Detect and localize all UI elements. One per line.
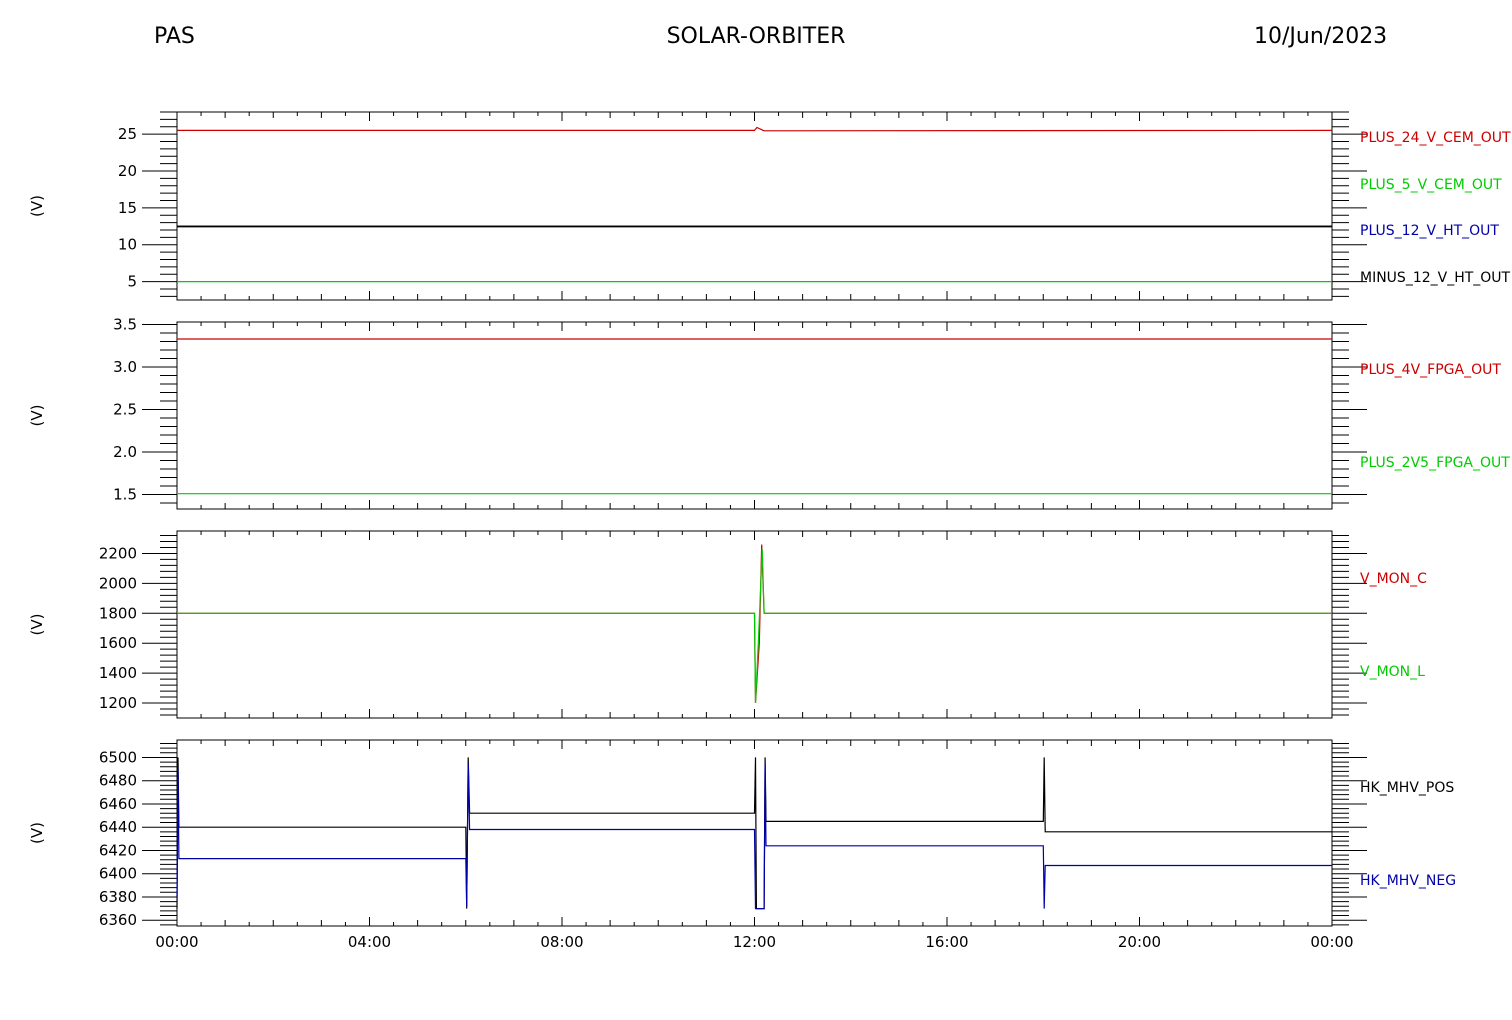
y-tick-label: 6460 bbox=[99, 795, 137, 813]
y-tick-label: 1200 bbox=[99, 694, 137, 712]
panel-frame bbox=[176, 111, 1333, 301]
y-tick-label: 10 bbox=[118, 236, 137, 254]
panel-3: 1200 1400 1600 1800 2000 2200 (V) V_MON_C V_MON_… bbox=[28, 530, 1427, 719]
x-tick-label: 00:00 bbox=[155, 933, 198, 951]
legend-label: V_MON_L bbox=[1360, 664, 1425, 680]
legend-label: PLUS_4V_FPGA_OUT bbox=[1360, 362, 1501, 378]
legend-label: PLUS_2V5_FPGA_OUT bbox=[1360, 455, 1510, 471]
legend-label: V_MON_C bbox=[1360, 571, 1427, 587]
y-tick-label: 1400 bbox=[99, 664, 137, 682]
y-tick-label: 6440 bbox=[99, 818, 137, 836]
x-tick-label: 08:00 bbox=[540, 933, 583, 951]
y-tick-label: 6380 bbox=[99, 888, 137, 906]
y-tick-label: 2.0 bbox=[113, 443, 137, 461]
x-tick-label: 16:00 bbox=[925, 933, 968, 951]
y-tick-label: 2200 bbox=[99, 544, 137, 562]
y-tick-label: 1.5 bbox=[113, 486, 137, 504]
x-tick-label: 00:00 bbox=[1310, 933, 1353, 951]
y-tick-label: 5 bbox=[127, 273, 137, 291]
y-axis-label: (V) bbox=[28, 405, 46, 427]
y-tick-label: 15 bbox=[118, 199, 137, 217]
series-line-v-mon-l bbox=[177, 548, 1332, 704]
series-line-plus-24-v-cem-out bbox=[177, 126, 1333, 132]
y-tick-label: 25 bbox=[118, 125, 137, 143]
panel-4: 6360 6380 6400 6420 6440 6460 6480 6500 (V) HK_MH… bbox=[28, 739, 1456, 929]
panel-2: 1.5 2.0 2.5 3.0 3.5 (V) PLUS_4V_FPGA_OUT PLUS_2… bbox=[28, 316, 1510, 510]
y-axis-label: (V) bbox=[28, 822, 46, 844]
y-tick-label: 6420 bbox=[99, 841, 137, 859]
legend-label: PLUS_24_V_CEM_OUT bbox=[1360, 130, 1511, 146]
y-tick-label: 2000 bbox=[99, 574, 137, 592]
y-axis-label: (V) bbox=[28, 614, 46, 636]
y-tick-label: 6500 bbox=[99, 748, 137, 766]
y-tick-label: 6400 bbox=[99, 865, 137, 883]
y-tick-label: 6480 bbox=[99, 772, 137, 790]
y-axis-label: (V) bbox=[28, 195, 46, 217]
y-tick-label: 2.5 bbox=[113, 401, 137, 419]
x-tick-label: 04:00 bbox=[348, 933, 391, 951]
legend-label: HK_MHV_POS bbox=[1360, 780, 1454, 796]
panel-frame bbox=[176, 321, 1333, 510]
y-tick-label: 1600 bbox=[99, 634, 137, 652]
legend-label: MINUS_12_V_HT_OUT bbox=[1360, 270, 1511, 286]
panel-1: 5 10 15 20 25 (V) PLUS_24_V_CEM_OUT PLUS_5_V_CE… bbox=[28, 111, 1511, 301]
housekeeping-voltage-plots: 5 10 15 20 25 (V) PLUS_24_V_CEM_OUT PLUS_5_V_CE… bbox=[28, 111, 1511, 951]
y-tick-label: 6360 bbox=[99, 911, 137, 929]
legend-label: PLUS_5_V_CEM_OUT bbox=[1360, 177, 1502, 193]
y-tick-label: 3.0 bbox=[113, 358, 137, 376]
y-tick-label: 20 bbox=[118, 162, 137, 180]
legend-label: PLUS_12_V_HT_OUT bbox=[1360, 223, 1499, 239]
x-tick-label: 20:00 bbox=[1118, 933, 1161, 951]
y-tick-label: 3.5 bbox=[113, 316, 137, 334]
x-tick-label: 12:00 bbox=[733, 933, 776, 951]
y-tick-label: 1800 bbox=[99, 604, 137, 622]
legend-label: HK_MHV_NEG bbox=[1360, 873, 1456, 889]
